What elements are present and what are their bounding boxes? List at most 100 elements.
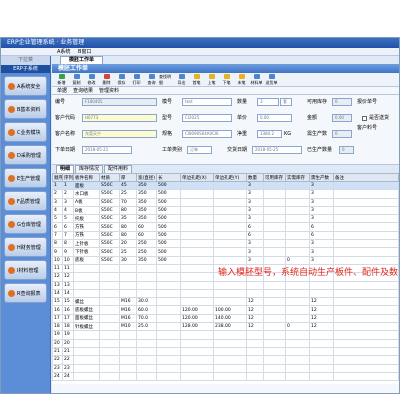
table-cell[interactable] (263, 313, 286, 324)
table-cell[interactable]: 350 (136, 205, 157, 216)
table-cell[interactable]: 6 (246, 222, 264, 232)
table-cell[interactable] (333, 189, 399, 199)
table-cell[interactable] (213, 288, 247, 299)
table-cell[interactable] (213, 346, 247, 357)
table-cell[interactable] (263, 189, 286, 199)
table-cell[interactable]: 45 (119, 180, 137, 191)
table-cell[interactable]: 500 (156, 180, 181, 191)
field-delivery-date[interactable]: 2018-05-25 (252, 146, 302, 154)
table-cell[interactable] (263, 239, 286, 249)
field-qty-unit[interactable]: 套 (280, 98, 292, 106)
deliver-checkbox[interactable] (362, 116, 367, 121)
table-cell[interactable]: 3 (246, 247, 264, 257)
table-cell[interactable] (263, 280, 286, 290)
table-cell[interactable]: 22 (62, 355, 74, 365)
column-header[interactable]: 单边孔距(X) (180, 173, 214, 182)
table-cell[interactable] (309, 355, 334, 365)
table-cell[interactable] (263, 222, 286, 232)
table-cell[interactable] (309, 338, 334, 348)
subtab-2[interactable]: 管理资料 (96, 87, 122, 94)
table-cell[interactable]: S50C (99, 239, 120, 249)
table-cell[interactable] (136, 338, 157, 348)
table-cell[interactable] (180, 280, 214, 290)
table-cell[interactable]: 23 (62, 363, 74, 373)
table-cell[interactable]: 15 (52, 297, 63, 307)
table-cell[interactable]: 3 (309, 239, 334, 249)
table-cell[interactable]: 23 (52, 363, 63, 373)
table-cell[interactable]: 12 (62, 272, 74, 282)
table-cell[interactable] (136, 288, 157, 299)
table-cell[interactable]: 6 (246, 230, 264, 241)
table-cell[interactable]: 20 (52, 338, 63, 348)
field-order-date[interactable]: 2018-05-21 (82, 146, 132, 154)
table-row[interactable]: 20 20 (52, 338, 399, 348)
table-cell[interactable] (180, 255, 214, 265)
table-cell[interactable]: 3 (309, 197, 334, 207)
table-cell[interactable] (333, 355, 399, 365)
table-cell[interactable]: S50C (99, 197, 120, 207)
table-cell[interactable]: 4 (62, 205, 74, 216)
table-cell[interactable]: 8 (62, 239, 74, 249)
table-cell[interactable]: 35 (119, 214, 137, 224)
table-cell[interactable] (180, 214, 214, 224)
table-cell[interactable] (73, 371, 100, 382)
sidebar-item-2[interactable]: C业务模块 (4, 122, 47, 142)
table-cell[interactable] (333, 180, 399, 191)
table-cell[interactable]: M16 (119, 297, 137, 307)
table-cell[interactable] (285, 180, 310, 191)
table-cell[interactable]: 14 (52, 288, 63, 299)
table-cell[interactable]: 22 (52, 355, 63, 365)
table-cell[interactable] (213, 180, 247, 191)
table-cell[interactable] (263, 297, 286, 307)
table-cell[interactable]: 13 (62, 280, 74, 290)
table-cell[interactable] (180, 222, 214, 232)
column-header[interactable]: 需生产数 (309, 173, 334, 182)
toolbar-button-2[interactable]: 修改 (84, 73, 99, 86)
sidebar-item-8[interactable]: I材料管理 (4, 260, 47, 280)
table-cell[interactable] (99, 297, 120, 307)
table-cell[interactable] (136, 330, 157, 340)
table-cell[interactable] (73, 330, 100, 340)
table-cell[interactable] (263, 230, 286, 241)
table-cell[interactable] (285, 239, 310, 249)
table-cell[interactable] (99, 338, 120, 348)
table-cell[interactable] (246, 330, 264, 340)
table-cell[interactable]: 18 (62, 322, 74, 332)
table-cell[interactable] (285, 363, 310, 373)
table-cell[interactable]: 13 (52, 280, 63, 290)
table-cell[interactable] (119, 330, 137, 340)
toolbar-button-12[interactable]: 末笔 (234, 73, 249, 86)
table-cell[interactable] (99, 288, 120, 299)
table-cell[interactable] (99, 355, 120, 365)
field-unit-price[interactable]: 0.00 (257, 114, 292, 122)
table-cell[interactable] (309, 371, 334, 382)
column-header[interactable]: 厚 (119, 173, 137, 182)
table-row[interactable]: 9 9 下针板 S50C 25 250 500 3 3 (52, 247, 399, 257)
table-cell[interactable]: 5 (52, 214, 63, 224)
table-cell[interactable]: 6 (309, 222, 334, 232)
table-cell[interactable] (263, 214, 286, 224)
field-stock-qty[interactable]: 0 (332, 98, 352, 106)
table-cell[interactable] (156, 305, 181, 315)
table-cell[interactable]: 12 (309, 313, 334, 324)
table-cell[interactable]: 3 (246, 197, 264, 207)
table-cell[interactable] (263, 355, 286, 365)
column-header[interactable]: 序列号 (62, 173, 74, 182)
table-cell[interactable] (263, 346, 286, 357)
field-work-type[interactable]: 订单 (187, 146, 212, 154)
table-cell[interactable]: 21 (62, 346, 74, 357)
table-row[interactable]: 15 15 螺丝 M16 30.0 12 12 (52, 297, 399, 307)
toolbar-button-5[interactable]: 打印 (129, 73, 144, 86)
table-cell[interactable]: 3 (309, 189, 334, 199)
table-cell[interactable] (99, 305, 120, 315)
table-cell[interactable]: 25 (119, 189, 137, 199)
table-cell[interactable]: 100.00 (213, 305, 247, 315)
table-cell[interactable]: 30 (119, 255, 137, 265)
table-cell[interactable]: 60 (136, 222, 157, 232)
table-cell[interactable]: 17 (62, 313, 74, 324)
table-cell[interactable] (333, 239, 399, 249)
table-cell[interactable] (180, 371, 214, 382)
table-cell[interactable] (213, 247, 247, 257)
table-cell[interactable] (180, 239, 214, 249)
table-cell[interactable] (180, 189, 214, 199)
